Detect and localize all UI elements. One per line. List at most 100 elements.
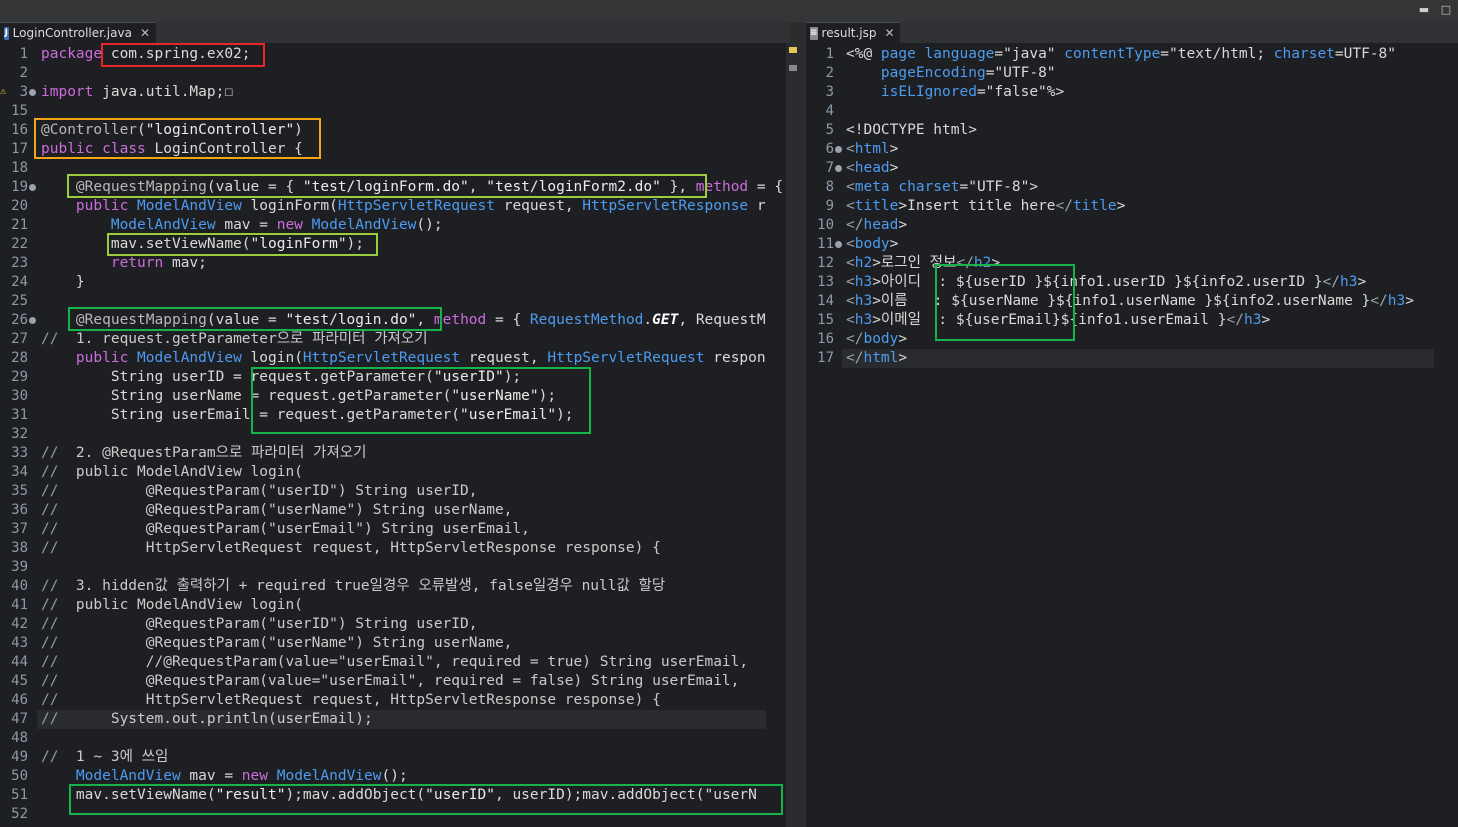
code-line[interactable]: 15 <h3>이메일 : ${userEmail}${info1.userEmai… <box>806 311 1458 330</box>
close-icon[interactable]: ✕ <box>140 23 150 44</box>
code-line[interactable]: 16 @Controller("loginController") <box>0 121 790 140</box>
code-line[interactable]: 50 ModelAndView mav = new ModelAndView()… <box>0 767 790 786</box>
code-text[interactable]: <h3>아이디 : ${userID }${info1.userID }${in… <box>846 273 1366 292</box>
code-text[interactable]: isELIgnored="false"%> <box>846 83 1064 102</box>
code-text[interactable]: public class LoginController { <box>41 140 303 159</box>
code-text[interactable]: @RequestMapping(value = "test/login.do",… <box>41 311 766 330</box>
warning-icon[interactable]: ⚠ <box>0 86 10 98</box>
code-text[interactable]: mav.setViewName("result");mav.addObject(… <box>41 786 757 805</box>
code-line[interactable]: 27 // 1. request.getParameter으로 파라미터 가져오기 <box>0 330 790 349</box>
code-text[interactable]: } <box>41 273 85 292</box>
code-line[interactable]: 36 // @RequestParam("userName") String us… <box>0 501 790 520</box>
code-text[interactable]: public ModelAndView loginForm(HttpServle… <box>41 197 766 216</box>
code-line[interactable]: 44 // //@RequestParam(value="userEmail", … <box>0 653 790 672</box>
code-line[interactable]: 15 <box>0 102 790 121</box>
code-line[interactable]: 9 <title>Insert title here</title> <box>806 197 1458 216</box>
code-line[interactable]: 25 <box>0 292 790 311</box>
code-line[interactable]: 13 <h3>아이디 : ${userID }${info1.userID }${… <box>806 273 1458 292</box>
fold-toggle-icon[interactable] <box>29 89 36 96</box>
code-line[interactable]: 29 String userID = request.getParameter(… <box>0 368 790 387</box>
code-line[interactable]: 7 <head> <box>806 159 1458 178</box>
code-text[interactable]: // 1. request.getParameter으로 파라미터 가져오기 <box>41 330 428 349</box>
code-text[interactable]: ModelAndView mav = new ModelAndView(); <box>41 216 443 235</box>
code-line[interactable]: 23 return mav; <box>0 254 790 273</box>
code-line[interactable]: 32 <box>0 425 790 444</box>
close-icon[interactable]: ✕ <box>885 23 895 44</box>
code-text[interactable]: pageEncoding="UTF-8" <box>846 64 1056 83</box>
code-text[interactable]: // @RequestParam("userName") String user… <box>41 501 512 520</box>
code-line[interactable]: 35 // @RequestParam("userID") String user… <box>0 482 790 501</box>
code-line[interactable]: 11 <body> <box>806 235 1458 254</box>
code-text[interactable]: <h3>이메일 : ${userEmail}${info1.userEmail … <box>846 311 1270 330</box>
code-line[interactable]: 2 pageEncoding="UTF-8" <box>806 64 1458 83</box>
tab-result-jsp[interactable]: ≡ result.jsp ✕ <box>806 22 900 43</box>
code-text[interactable]: mav.setViewName("loginForm"); <box>41 235 364 254</box>
java-code-editor[interactable]: 1 package com.spring.ex02; 2 3 import java.u… <box>0 43 790 827</box>
tab-logincontroller-java[interactable]: J LoginController.java ✕ <box>0 22 156 43</box>
code-line[interactable]: 17 public class LoginController { <box>0 140 790 159</box>
code-line[interactable]: 22 mav.setViewName("loginForm"); <box>0 235 790 254</box>
code-line[interactable]: 28 public ModelAndView login(HttpServlet… <box>0 349 790 368</box>
warning-marker[interactable] <box>789 47 797 53</box>
code-text[interactable]: <%@ page language="java" contentType="te… <box>846 45 1396 64</box>
code-text[interactable]: // 3. hidden값 출력하기 + required true일경우 오류… <box>41 577 665 596</box>
fold-toggle-icon[interactable] <box>29 317 36 324</box>
code-text[interactable]: // //@RequestParam(value="userEmail", re… <box>41 653 748 672</box>
jsp-code-editor[interactable]: 1 <%@ page language="java" contentType="t… <box>806 43 1458 827</box>
code-line[interactable]: 3 isELIgnored="false"%> <box>806 83 1458 102</box>
left-overview-ruler[interactable] <box>786 43 800 827</box>
code-line[interactable]: 26 @RequestMapping(value = "test/login.d… <box>0 311 790 330</box>
code-line[interactable]: 18 <box>0 159 790 178</box>
code-text[interactable]: String userEmail = request.getParameter(… <box>41 406 574 425</box>
code-text[interactable]: // public ModelAndView login( <box>41 596 303 615</box>
code-text[interactable]: @RequestMapping(value = { "test/loginFor… <box>41 178 783 197</box>
code-line[interactable]: 24 } <box>0 273 790 292</box>
code-text[interactable]: <meta charset="UTF-8"> <box>846 178 1038 197</box>
code-line[interactable]: 31 String userEmail = request.getParamet… <box>0 406 790 425</box>
code-text[interactable]: @Controller("loginController") <box>41 121 303 140</box>
code-text[interactable]: </head> <box>846 216 907 235</box>
code-line[interactable]: 34 // public ModelAndView login( <box>0 463 790 482</box>
code-line[interactable]: 8 <meta charset="UTF-8"> <box>806 178 1458 197</box>
code-line[interactable]: 47 // System.out.println(userEmail); <box>0 710 790 729</box>
code-line[interactable]: 1 <%@ page language="java" contentType="t… <box>806 45 1458 64</box>
warning-marker[interactable] <box>789 65 797 71</box>
code-line[interactable]: 19 @RequestMapping(value = { "test/login… <box>0 178 790 197</box>
fold-toggle-icon[interactable] <box>835 146 842 153</box>
code-line[interactable]: 14 <h3>이름 : ${userName }${info1.userName … <box>806 292 1458 311</box>
code-line[interactable]: 16 </body> <box>806 330 1458 349</box>
code-text[interactable]: </html> <box>846 349 907 368</box>
code-line[interactable]: 49 // 1 ~ 3에 쓰임 <box>0 748 790 767</box>
code-line[interactable]: 46 // HttpServletRequest request, HttpSer… <box>0 691 790 710</box>
fold-toggle-icon[interactable] <box>835 165 842 172</box>
code-line[interactable]: 2 <box>0 64 790 83</box>
code-text[interactable]: package com.spring.ex02; <box>41 45 251 64</box>
code-text[interactable]: // System.out.println(userEmail); <box>41 710 373 729</box>
code-text[interactable]: <head> <box>846 159 898 178</box>
code-text[interactable]: // public ModelAndView login( <box>41 463 303 482</box>
code-line[interactable]: 40 // 3. hidden값 출력하기 + required true일경우 … <box>0 577 790 596</box>
code-line[interactable]: 41 // public ModelAndView login( <box>0 596 790 615</box>
code-text[interactable]: // HttpServletRequest request, HttpServl… <box>41 539 661 558</box>
code-text[interactable]: // HttpServletRequest request, HttpServl… <box>41 691 661 710</box>
code-text[interactable]: </body> <box>846 330 907 349</box>
code-line[interactable]: 51 mav.setViewName("result");mav.addObje… <box>0 786 790 805</box>
code-line[interactable]: 37 // @RequestParam("userEmail") String u… <box>0 520 790 539</box>
code-line[interactable]: 1 package com.spring.ex02; <box>0 45 790 64</box>
code-line[interactable]: 48 <box>0 729 790 748</box>
fold-toggle-icon[interactable] <box>29 184 36 191</box>
code-text[interactable]: // @RequestParam("userID") String userID… <box>41 615 478 634</box>
code-text[interactable]: // @RequestParam("userName") String user… <box>41 634 512 653</box>
code-line[interactable]: 17 </html> <box>806 349 1458 368</box>
code-text[interactable]: ModelAndView mav = new ModelAndView(); <box>41 767 408 786</box>
code-line[interactable]: 4 <box>806 102 1458 121</box>
code-text[interactable]: <h3>이름 : ${userName }${info1.userName }$… <box>846 292 1414 311</box>
code-text[interactable]: <h2>로그인 정보</h2> <box>846 254 1000 273</box>
code-line[interactable]: 39 <box>0 558 790 577</box>
code-text[interactable]: String userName = request.getParameter("… <box>41 387 556 406</box>
code-text[interactable]: // @RequestParam("userID") String userID… <box>41 482 478 501</box>
code-line[interactable]: 21 ModelAndView mav = new ModelAndView()… <box>0 216 790 235</box>
code-text[interactable]: // 2. @RequestParam으로 파라미터 가져오기 <box>41 444 366 463</box>
code-line[interactable]: 20 public ModelAndView loginForm(HttpSer… <box>0 197 790 216</box>
code-line[interactable]: 38 // HttpServletRequest request, HttpSer… <box>0 539 790 558</box>
